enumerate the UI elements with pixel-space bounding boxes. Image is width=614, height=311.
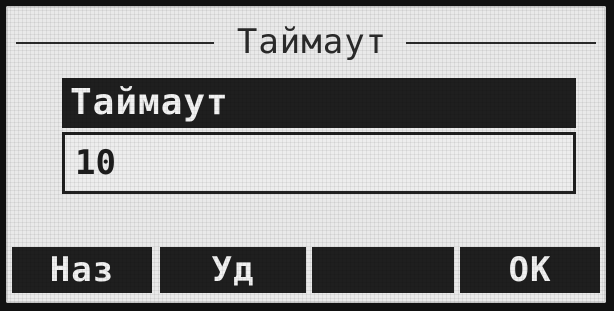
softkey-delete[interactable]: Уд xyxy=(160,247,306,293)
softkey-bar: Наз Уд OK xyxy=(6,247,606,293)
device-bezel: Таймаут Таймаут 10 Наз Уд OK xyxy=(0,0,614,311)
lcd-screen: Таймаут Таймаут 10 Наз Уд OK xyxy=(6,6,606,303)
softkey-ok[interactable]: OK xyxy=(460,247,600,293)
timeout-field-label-text: Таймаут xyxy=(70,82,229,123)
header-divider-right xyxy=(406,42,596,44)
header-divider-left xyxy=(16,42,214,44)
screen-title: Таймаут xyxy=(236,22,388,62)
timeout-input-value: 10 xyxy=(75,143,116,183)
timeout-input[interactable]: 10 xyxy=(62,132,576,194)
screen-header: Таймаут xyxy=(16,22,596,62)
softkey-empty[interactable] xyxy=(312,247,454,293)
timeout-field-label: Таймаут xyxy=(62,78,576,128)
softkey-back[interactable]: Наз xyxy=(12,247,152,293)
